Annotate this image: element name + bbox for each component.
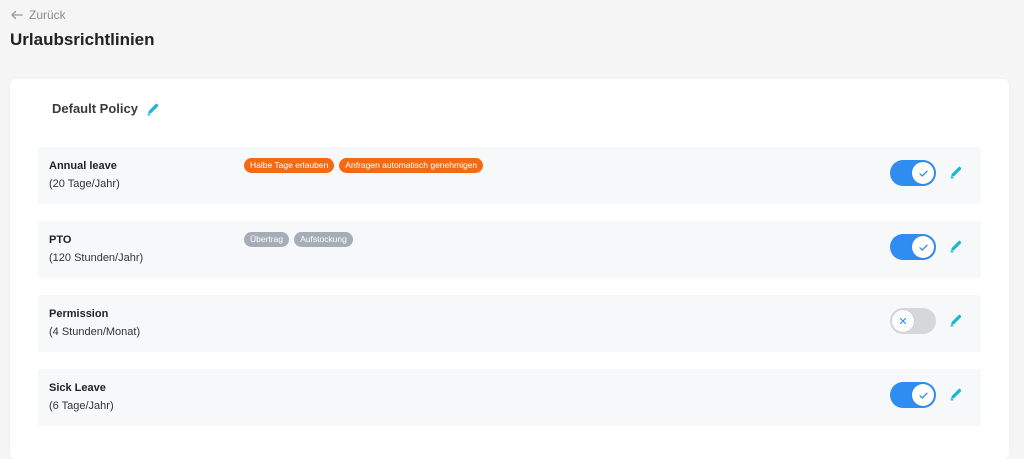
leave-type-name: Annual leave: [49, 160, 117, 172]
edit-leave-type-pencil-icon[interactable]: [949, 239, 963, 258]
rule-tag: Übertrag: [244, 232, 290, 247]
leave-type-name: PTO: [49, 234, 72, 246]
leave-type-name: Permission: [49, 308, 109, 320]
check-icon: [912, 162, 934, 184]
rule-tag: Halbe Tage erlauben: [244, 158, 335, 173]
edit-leave-type-pencil-icon[interactable]: [949, 387, 963, 406]
edit-policy-pencil-icon[interactable]: [146, 102, 160, 116]
leave-type-toggle[interactable]: [890, 382, 936, 408]
rule-tag: Aufstockung: [294, 232, 353, 247]
back-link[interactable]: Zurück: [10, 8, 66, 22]
leave-type-toggle[interactable]: [890, 160, 936, 186]
leave-type-allowance: (4 Stunden/Monat): [49, 326, 141, 338]
leave-type-allowance: (20 Tage/Jahr): [49, 178, 120, 190]
leave-type-toggle[interactable]: [890, 234, 936, 260]
check-icon: [912, 384, 934, 406]
back-label: Zurück: [29, 8, 66, 22]
policy-card: Default Policy Annual leave (20 Tage/Jah…: [10, 79, 1009, 459]
leave-type-row: Annual leave (20 Tage/Jahr) Halbe Tage e…: [38, 147, 981, 204]
leave-type-name: Sick Leave: [49, 382, 106, 394]
x-icon: [892, 310, 914, 332]
rule-tags: Halbe Tage erlauben Anfragen automatisch …: [244, 158, 484, 173]
leave-type-row: Permission (4 Stunden/Monat): [38, 295, 981, 352]
page-title: Urlaubsrichtlinien: [10, 30, 155, 49]
arrow-left-icon: [11, 10, 23, 20]
check-icon: [912, 236, 934, 258]
rule-tag: Anfragen automatisch genehmigen: [339, 158, 484, 173]
policy-title: Default Policy: [52, 101, 138, 116]
edit-leave-type-pencil-icon[interactable]: [949, 313, 963, 332]
leave-type-allowance: (120 Stunden/Jahr): [49, 252, 144, 264]
policy-header: Default Policy: [52, 101, 160, 116]
rule-tags: Übertrag Aufstockung: [244, 232, 353, 247]
leave-type-list: Annual leave (20 Tage/Jahr) Halbe Tage e…: [38, 147, 981, 443]
leave-type-row: Sick Leave (6 Tage/Jahr): [38, 369, 981, 426]
leave-type-toggle[interactable]: [890, 308, 936, 334]
leave-type-row: PTO (120 Stunden/Jahr) Übertrag Aufstocku…: [38, 221, 981, 278]
edit-leave-type-pencil-icon[interactable]: [949, 165, 963, 184]
leave-type-allowance: (6 Tage/Jahr): [49, 400, 114, 412]
